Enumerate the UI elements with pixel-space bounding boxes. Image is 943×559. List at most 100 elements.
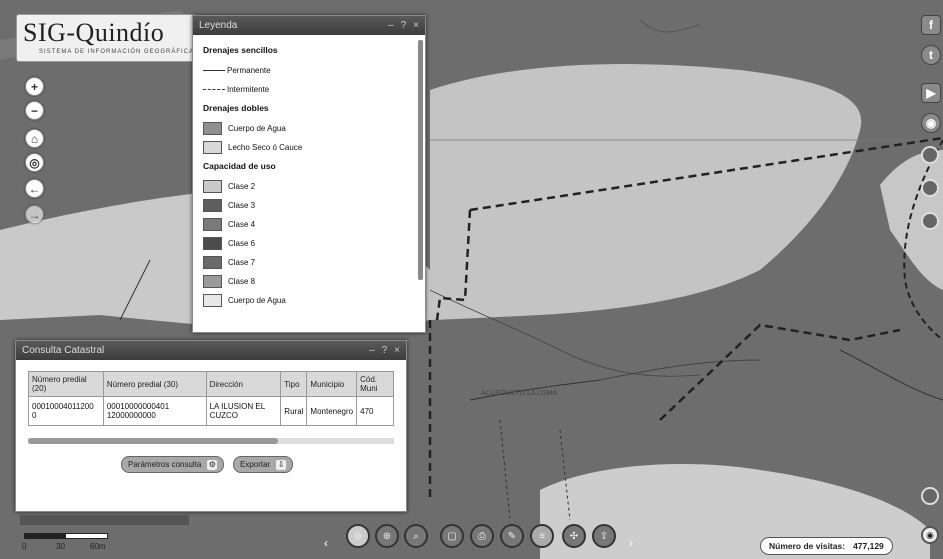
table-body: 00010004011200 0 00010000000401 120000000… — [28, 396, 394, 426]
column-header[interactable]: Número predial (20) — [28, 371, 104, 397]
minimize-icon[interactable]: – — [369, 345, 375, 356]
legend-item-label: Clase 7 — [228, 258, 256, 267]
table-cell: 00010004011200 0 — [28, 396, 104, 426]
tool-measure[interactable]: ⊖ — [346, 524, 370, 548]
scale-tick-30: 30 — [56, 542, 65, 551]
fill-swatch-symbol — [203, 218, 222, 231]
tool-print[interactable]: ⎙ — [470, 524, 494, 548]
results-table: Número predial (20) Número predial (30) Di… — [28, 371, 394, 426]
layer-tool-1[interactable] — [921, 146, 939, 164]
column-header[interactable]: Tipo — [280, 371, 308, 397]
fill-swatch-symbol — [203, 275, 222, 288]
legend-item: Clase 6 — [203, 234, 415, 253]
toolbar-prev-arrow[interactable]: ‹ — [324, 536, 338, 550]
youtube-icon: ▶ — [926, 86, 936, 100]
toolbar-next-arrow[interactable]: › — [629, 536, 643, 550]
scale-tick-0: 0 — [22, 542, 27, 551]
legend-scrollbar[interactable] — [418, 40, 423, 280]
consulta-catastral-panel: Consulta Catastral – ? × Número predial … — [15, 340, 407, 512]
fill-swatch-symbol — [203, 237, 222, 250]
column-header[interactable]: Cód. Muni — [356, 371, 394, 397]
minus-icon: − — [30, 103, 38, 118]
layers-icon: ≡ — [539, 530, 545, 542]
layer-tool-2[interactable] — [921, 179, 939, 197]
legend-item-label: Clase 3 — [228, 201, 256, 210]
legend-item: Clase 3 — [203, 196, 415, 215]
table-scrollbar[interactable] — [28, 438, 394, 444]
help-icon[interactable]: ? — [382, 345, 388, 356]
print-icon: ⎙ — [478, 530, 486, 542]
home-icon: ⌂ — [30, 131, 39, 146]
tool-layers[interactable]: ≡ — [530, 524, 554, 548]
scale-tick-60: 60m — [90, 542, 106, 551]
legend-title: Leyenda — [199, 20, 238, 31]
consulta-header[interactable]: Consulta Catastral – ? × — [16, 341, 406, 360]
legend-section-heading: Capacidad de uso — [203, 161, 276, 171]
tool-share[interactable]: ⇪ — [592, 524, 616, 548]
fill-swatch-symbol — [203, 141, 222, 154]
youtube-button[interactable]: ▶ — [921, 83, 941, 103]
layer-tool-3[interactable] — [921, 212, 939, 230]
fill-swatch-symbol — [203, 122, 222, 135]
exportar-button[interactable]: Exportar ⇩ — [233, 456, 294, 473]
back-button[interactable]: ← — [25, 179, 44, 198]
visibility-toggle[interactable]: ◉ — [921, 526, 939, 544]
settings-icon: ⚙ — [207, 459, 218, 470]
home-button[interactable]: ⌂ — [25, 129, 44, 148]
legend-item-label: Lecho Seco ó Cauce — [228, 143, 303, 152]
tool-draw[interactable]: ✎ — [500, 524, 524, 548]
legend-item: Permanente — [203, 61, 415, 80]
legend-body: Drenajes sencillos Permanente Intermitente… — [193, 35, 415, 332]
legend-item-label: Clase 6 — [228, 239, 256, 248]
legend-panel: Leyenda – ? × Drenajes sencillos Permanen… — [192, 15, 426, 333]
arrow-right-icon: → — [28, 207, 41, 222]
legend-section-heading: Drenajes sencillos — [203, 45, 278, 55]
map-feature-label: ACUEDUCTO LA LOMA — [481, 390, 558, 397]
legend-item: Clase 7 — [203, 253, 415, 272]
plus-icon: + — [30, 79, 38, 94]
info-tool[interactable] — [921, 487, 939, 505]
locate-button[interactable]: ◎ — [25, 153, 44, 172]
zoom-in-button[interactable]: + — [25, 77, 44, 96]
legend-item: Intermitente — [203, 80, 415, 99]
zoom-out-button[interactable]: − — [25, 101, 44, 120]
table-header-row: Número predial (20) Número predial (30) Di… — [28, 371, 394, 397]
fill-swatch-symbol — [203, 199, 222, 212]
share-icon: ⇪ — [599, 530, 609, 542]
legend-item: Cuerpo de Agua — [203, 119, 415, 138]
tool-select[interactable]: ▢ — [440, 524, 464, 548]
legend-item: Clase 4 — [203, 215, 415, 234]
legend-header[interactable]: Leyenda – ? × — [193, 16, 425, 35]
column-header[interactable]: Dirección — [205, 371, 282, 397]
legend-item-label: Clase 8 — [228, 277, 256, 286]
legend-item-label: Cuerpo de Agua — [228, 296, 286, 305]
select-icon: ▢ — [447, 530, 457, 542]
tool-coordinates[interactable]: ✣ — [562, 524, 586, 548]
column-header[interactable]: Número predial (30) — [102, 371, 207, 397]
fill-swatch-symbol — [203, 256, 222, 269]
facebook-icon: f — [929, 18, 933, 32]
twitter-button[interactable]: t — [921, 45, 941, 65]
tool-search[interactable]: ⌕ — [404, 524, 428, 548]
twitter-icon: t — [929, 48, 933, 62]
app-logo: SIG-Quindío SISTEMA DE INFORMACIÓN GEOGR… — [16, 14, 196, 62]
minimize-icon[interactable]: – — [388, 20, 394, 31]
tool-identify[interactable]: ⊕ — [375, 524, 399, 548]
table-cell: LA ILUSION EL CUZCO — [205, 396, 282, 426]
visit-counter: Número de visitas: 477,129 — [760, 537, 893, 555]
forward-button[interactable]: → — [25, 205, 44, 224]
facebook-button[interactable]: f — [921, 15, 941, 35]
legend-item: Lecho Seco ó Cauce — [203, 138, 415, 157]
table-cell: 00010000000401 12000000000 — [102, 396, 207, 426]
eye-icon: ◉ — [926, 530, 934, 540]
close-icon[interactable]: × — [394, 345, 400, 356]
consulta-title: Consulta Catastral — [22, 345, 105, 356]
close-icon[interactable]: × — [413, 20, 419, 31]
arrow-left-icon: ← — [28, 181, 41, 196]
legend-item: Clase 8 — [203, 272, 415, 291]
globe-button[interactable]: ◉ — [921, 113, 941, 133]
help-icon[interactable]: ? — [401, 20, 407, 31]
table-row[interactable]: 00010004011200 0 00010000000401 120000000… — [28, 396, 394, 426]
column-header[interactable]: Municipio — [306, 371, 358, 397]
parametros-consulta-button[interactable]: Parámetros consulta ⚙ — [121, 456, 225, 473]
